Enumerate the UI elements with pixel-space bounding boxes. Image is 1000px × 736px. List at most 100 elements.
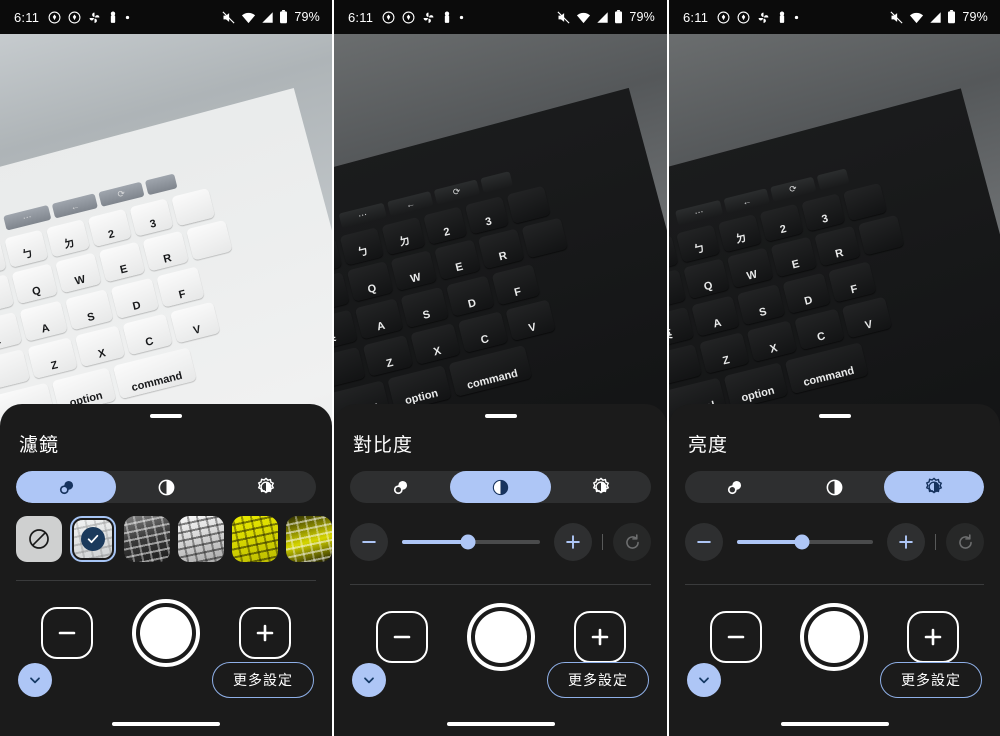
app-icon-1 [382,11,395,24]
zoom-in-button[interactable] [906,611,959,663]
mode-segmented-control [16,471,316,503]
filter-lens-icon [393,480,407,494]
sheet-footer: 更多設定 [334,662,667,698]
filter-thumb-none[interactable] [16,516,62,562]
zoom-out-button[interactable] [375,611,428,663]
plus-icon [899,535,913,549]
home-indicator[interactable] [780,722,889,726]
mute-icon [221,10,236,25]
phone-screenshot-filter: 6:11 79% ⋯ ← ⟳ ㄅ ㄉ 2 3 Q W E R A S D F Z… [0,0,332,736]
dot-indicator [459,15,464,20]
collapse-sheet-button[interactable] [352,663,386,697]
filter-thumb-high-contrast-light[interactable] [178,516,224,562]
app-icon-1 [48,11,61,24]
segment-contrast[interactable] [116,471,216,503]
plus-icon [566,535,580,549]
filter-thumb-yellow-on-black[interactable] [232,516,278,562]
app-icon-2 [737,11,750,24]
wifi-icon [576,11,591,24]
dot-indicator [794,15,799,20]
sheet-grabber[interactable] [150,414,182,418]
shutter-button[interactable] [800,603,869,671]
more-settings-button[interactable]: 更多設定 [547,662,649,698]
sheet-divider [16,580,316,581]
filter-thumb-original[interactable] [70,516,116,562]
reset-brightness-button[interactable] [946,523,984,561]
filter-thumb-black-on-yellow[interactable] [286,516,332,562]
brightness-slider[interactable] [737,534,873,550]
decrease-contrast-button[interactable] [350,523,388,561]
wifi-icon [909,11,924,24]
segment-contrast[interactable] [785,471,885,503]
segment-filter[interactable] [685,471,785,503]
app-icon-1 [717,11,730,24]
phone-screenshot-brightness: 6:11 79% ⋯ ← ⟳ ㄅ ㄉ 2 3 Q W E R 中/英 A S D… [669,0,1000,736]
wifi-icon [241,11,256,24]
zoom-out-button[interactable] [41,607,94,659]
segment-filter[interactable] [350,471,450,503]
chevron-down-icon [30,677,40,684]
controls-sheet: 對比度 更多設定 [334,404,667,736]
segment-filter[interactable] [16,471,116,503]
battery-percent: 79% [294,10,320,24]
shutter-button[interactable] [131,599,200,667]
reset-rotate-icon [625,533,639,549]
vertical-divider [935,534,936,550]
minus-icon [59,631,76,635]
controls-sheet: 濾鏡 更多設定 [0,404,332,736]
sheet-title: 對比度 [353,435,414,456]
sheet-grabber[interactable] [818,414,851,418]
shutter-button[interactable] [466,603,535,671]
contrast-half-circle-icon [826,479,843,495]
plus-icon [924,628,942,646]
vertical-divider [602,534,603,550]
app-icon-4 [442,11,452,24]
capture-row [0,599,332,667]
brightness-sun-icon [592,477,610,494]
sheet-grabber[interactable] [484,414,517,418]
reset-contrast-button[interactable] [613,523,651,561]
status-left-icons [48,11,130,24]
more-settings-button[interactable]: 更多設定 [880,662,982,698]
controls-sheet: 亮度 更多設定 [669,404,1000,736]
mute-icon [889,10,904,25]
sheet-divider [350,584,651,585]
contrast-slider[interactable] [402,534,540,550]
battery-icon [947,10,956,24]
home-indicator[interactable] [112,722,220,726]
minus-icon [362,541,376,543]
app-icon-4 [108,11,118,24]
filter-thumb-high-contrast-dark[interactable] [124,516,170,562]
app-icon-2 [402,11,415,24]
status-left-icons [382,11,464,24]
contrast-half-circle-icon [158,479,174,495]
contrast-slider-row [350,523,651,561]
segment-contrast[interactable] [450,471,551,503]
more-settings-button[interactable]: 更多設定 [212,662,314,698]
capture-row [334,603,667,671]
zoom-in-button[interactable] [573,611,626,663]
plus-icon [256,624,273,642]
screenshot-row: 6:11 79% ⋯ ← ⟳ ㄅ ㄉ 2 3 Q W E R A S D F Z… [0,0,1000,736]
status-bar: 6:11 79% [334,0,667,34]
status-bar: 6:11 79% [0,0,332,34]
home-indicator[interactable] [446,722,555,726]
sheet-title: 亮度 [688,435,729,456]
increase-brightness-button[interactable] [887,523,925,561]
segment-brightness[interactable] [216,471,316,503]
app-icon-3 [757,11,770,24]
reset-rotate-icon [958,533,972,549]
segment-brightness[interactable] [884,471,984,503]
capture-row [669,603,1000,671]
collapse-sheet-button[interactable] [687,663,721,697]
phone-screenshot-contrast: 6:11 79% ⋯ ← ⟳ ㄅ ㄉ 2 3 Q W E R 中/英 A S D… [334,0,667,736]
zoom-in-button[interactable] [238,607,291,659]
segment-brightness[interactable] [551,471,651,503]
increase-contrast-button[interactable] [554,523,592,561]
collapse-sheet-button[interactable] [18,663,52,697]
chevron-down-icon [364,677,374,684]
zoom-out-button[interactable] [710,611,763,663]
status-time: 6:11 [14,9,40,25]
decrease-brightness-button[interactable] [685,523,723,561]
sheet-divider [685,584,984,585]
